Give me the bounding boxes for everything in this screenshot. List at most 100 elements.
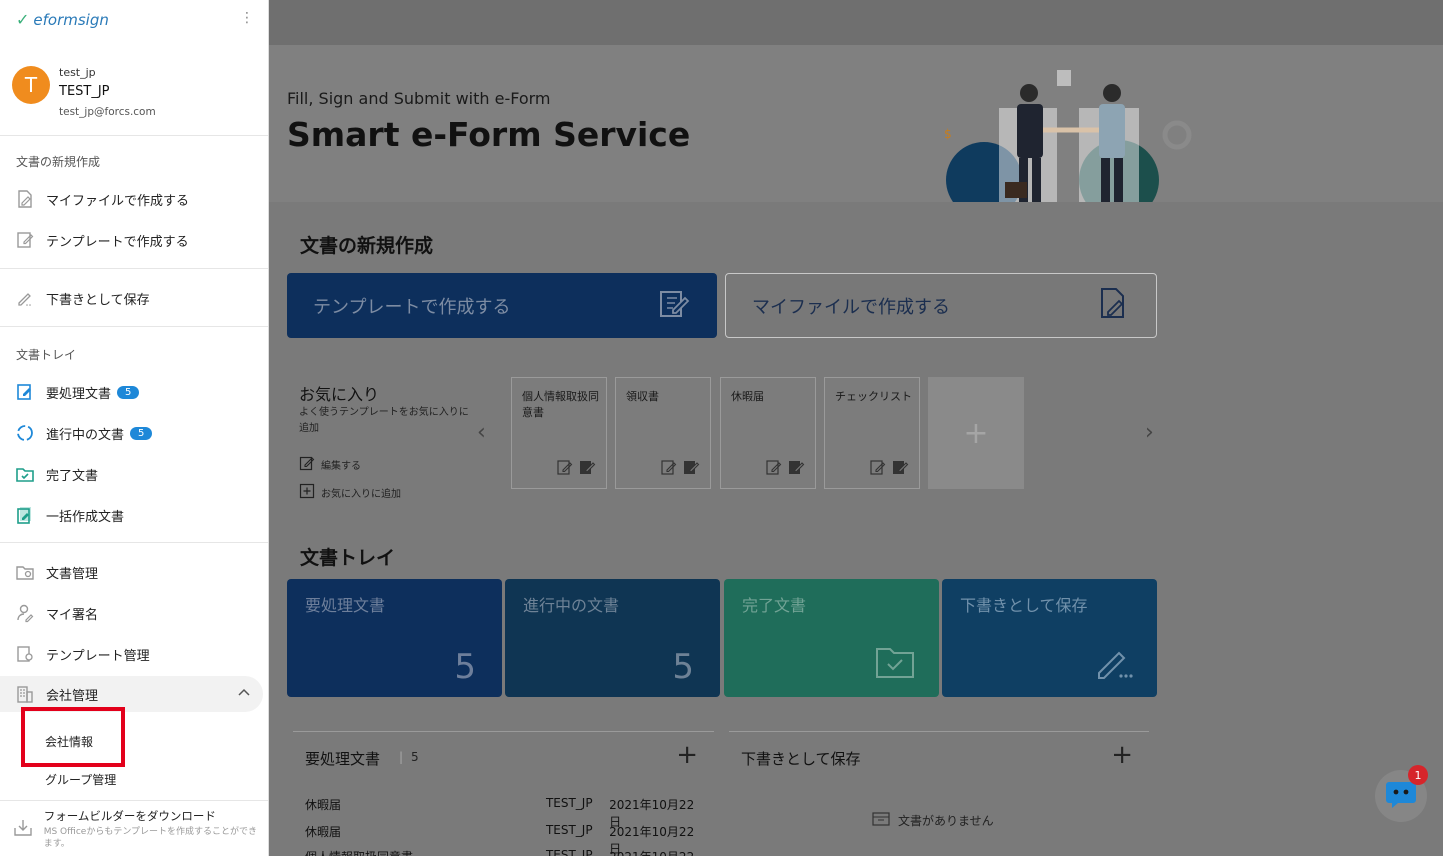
top-bar bbox=[269, 0, 1443, 45]
hero-banner: Fill, Sign and Submit with e-Form Smart … bbox=[269, 45, 1443, 202]
tray-tile-in-progress[interactable]: 進行中の文書 5 bbox=[505, 579, 720, 697]
favorite-card[interactable]: チェックリスト bbox=[824, 377, 920, 489]
button-label: テンプレートで作成する bbox=[313, 296, 511, 318]
user-sign-icon bbox=[14, 603, 36, 623]
template-edit-icon bbox=[14, 230, 36, 250]
hero-subtitle: Fill, Sign and Submit with e-Form bbox=[287, 89, 551, 108]
empty-state: 文書がありません bbox=[872, 812, 994, 829]
sidebar-item-label: マイ署名 bbox=[46, 607, 99, 623]
divider bbox=[0, 800, 268, 801]
create-document-icon[interactable] bbox=[578, 458, 596, 480]
favorites-add-link[interactable]: お気に入りに追加 bbox=[299, 483, 401, 502]
profile-id: test_jp bbox=[59, 66, 96, 79]
favorites-edit-link[interactable]: 編集する bbox=[299, 455, 361, 474]
edit-icon[interactable] bbox=[765, 458, 783, 480]
divider bbox=[0, 326, 268, 327]
divider bbox=[0, 542, 268, 543]
separator: | bbox=[399, 750, 404, 764]
document-edit-icon bbox=[14, 382, 36, 402]
sidebar-item-label: 完了文書 bbox=[46, 468, 99, 484]
bulk-documents-icon bbox=[14, 505, 36, 525]
tray-tile-label: 進行中の文書 bbox=[523, 596, 620, 615]
create-from-myfile-button[interactable]: マイファイルで作成する bbox=[725, 273, 1157, 338]
sidebar-item-new-template[interactable]: テンプレートで作成する bbox=[0, 222, 268, 258]
sidebar-item-label: 要処理文書 bbox=[46, 386, 112, 402]
divider bbox=[0, 268, 268, 269]
handshake-illustration: $ bbox=[944, 70, 1192, 202]
logo-check-icon: ✓ bbox=[16, 10, 30, 29]
sidebar-item-label: 一括作成文書 bbox=[46, 509, 125, 525]
file-pen-icon bbox=[14, 189, 36, 209]
tray-tile-count: 5 bbox=[672, 647, 694, 687]
tray-tile-label: 完了文書 bbox=[742, 596, 807, 615]
doc-name: 個人情報取扱同意書 bbox=[305, 848, 546, 856]
edit-icon[interactable] bbox=[869, 458, 887, 480]
edit-icon bbox=[299, 455, 315, 474]
tray-tile-draft[interactable]: 下書きとして保存 bbox=[942, 579, 1157, 697]
profile-panel[interactable]: T test_jp TEST_JP test_jp@forcs.com bbox=[0, 52, 268, 136]
tray-tile-label: 下書きとして保存 bbox=[960, 596, 1088, 615]
favorite-card-label: 個人情報取扱同意書 bbox=[522, 390, 599, 419]
button-label: マイファイルで作成する bbox=[752, 296, 950, 318]
profile-email: test_jp@forcs.com bbox=[59, 106, 156, 118]
plus-icon[interactable]: + bbox=[1111, 740, 1133, 770]
plus-icon[interactable]: + bbox=[676, 740, 698, 770]
panel-title: 要処理文書 bbox=[305, 750, 381, 768]
sidebar-item-doc-management[interactable]: 文書管理 bbox=[0, 554, 268, 590]
create-document-icon[interactable] bbox=[891, 458, 909, 480]
count-badge: 5 bbox=[117, 385, 140, 399]
create-document-icon[interactable] bbox=[682, 458, 700, 480]
sidebar-item-my-signature[interactable]: マイ署名 bbox=[0, 595, 268, 631]
download-icon bbox=[12, 818, 36, 850]
create-from-template-button[interactable]: テンプレートで作成する bbox=[287, 273, 717, 338]
pencil-icon bbox=[14, 288, 36, 308]
more-menu-icon[interactable]: ⋮ bbox=[240, 10, 254, 26]
table-row[interactable]: 個人情報取扱同意書 TEST_JP 2021年10月22日 bbox=[305, 848, 705, 856]
pencil-icon bbox=[1093, 643, 1133, 683]
panel-title: 下書きとして保存 bbox=[741, 750, 861, 768]
sidebar-item-label: マイファイルで作成する bbox=[46, 193, 190, 209]
edit-icon[interactable] bbox=[660, 458, 678, 480]
sidebar-item-label: 進行中の文書 bbox=[46, 427, 125, 443]
add-favorite-card[interactable]: + bbox=[928, 377, 1024, 489]
create-document-icon[interactable] bbox=[787, 458, 805, 480]
section-title-new: 文書の新規作成 bbox=[16, 155, 101, 169]
plus-square-icon bbox=[299, 483, 315, 502]
sidebar-item-bulk[interactable]: 一括作成文書 bbox=[0, 497, 268, 533]
app-logo[interactable]: ✓ eformsign bbox=[16, 10, 109, 29]
tray-tile-action-required[interactable]: 要処理文書 5 bbox=[287, 579, 502, 697]
sidebar-item-template-management[interactable]: テンプレート管理 bbox=[0, 636, 268, 672]
folder-gear-icon bbox=[14, 562, 36, 582]
sidebar-item-in-progress[interactable]: 進行中の文書 5 bbox=[0, 415, 268, 451]
sidebar-item-completed[interactable]: 完了文書 bbox=[0, 456, 268, 492]
tray-tile-count: 5 bbox=[454, 647, 476, 687]
folder-check-icon bbox=[875, 643, 915, 683]
download-formbuilder[interactable]: フォームビルダーをダウンロード MS Officeからもテンプレートを作成するこ… bbox=[12, 808, 262, 850]
tray-tile-completed[interactable]: 完了文書 bbox=[724, 579, 939, 697]
favorite-card[interactable]: 領収書 bbox=[615, 377, 711, 489]
favorite-card[interactable]: 休暇届 bbox=[720, 377, 816, 489]
chevron-left-icon[interactable]: ‹ bbox=[477, 420, 486, 445]
sidebar-item-new-myfile[interactable]: マイファイルで作成する bbox=[0, 181, 268, 217]
sidebar-item-draft[interactable]: 下書きとして保存 bbox=[0, 280, 268, 316]
edit-icon[interactable] bbox=[556, 458, 574, 480]
empty-label: 文書がありません bbox=[898, 814, 994, 828]
svg-text:$: $ bbox=[944, 127, 952, 141]
new-doc-heading: 文書の新規作成 bbox=[300, 235, 434, 257]
sidebar-item-action-required[interactable]: 要処理文書 5 bbox=[0, 374, 268, 410]
chevron-right-icon[interactable]: › bbox=[1145, 420, 1154, 445]
doc-user: TEST_JP bbox=[545, 848, 593, 856]
chevron-up-icon[interactable] bbox=[237, 686, 251, 704]
sidebar-subitem-group-management[interactable]: グループ管理 bbox=[45, 771, 116, 788]
notification-badge: 1 bbox=[1408, 765, 1428, 785]
section-title-tray: 文書トレイ bbox=[16, 348, 77, 362]
hero-title: Smart e-Form Service bbox=[287, 115, 691, 154]
sidebar-item-label: テンプレート管理 bbox=[46, 648, 150, 664]
panel-count: 5 bbox=[411, 750, 419, 764]
folder-check-icon bbox=[14, 464, 36, 484]
sidebar-item-label: テンプレートで作成する bbox=[46, 234, 189, 250]
favorites-edit-label: 編集する bbox=[321, 461, 361, 472]
favorite-card[interactable]: 個人情報取扱同意書 bbox=[511, 377, 607, 489]
template-edit-icon bbox=[657, 286, 691, 325]
tray-tile-label: 要処理文書 bbox=[305, 596, 386, 615]
